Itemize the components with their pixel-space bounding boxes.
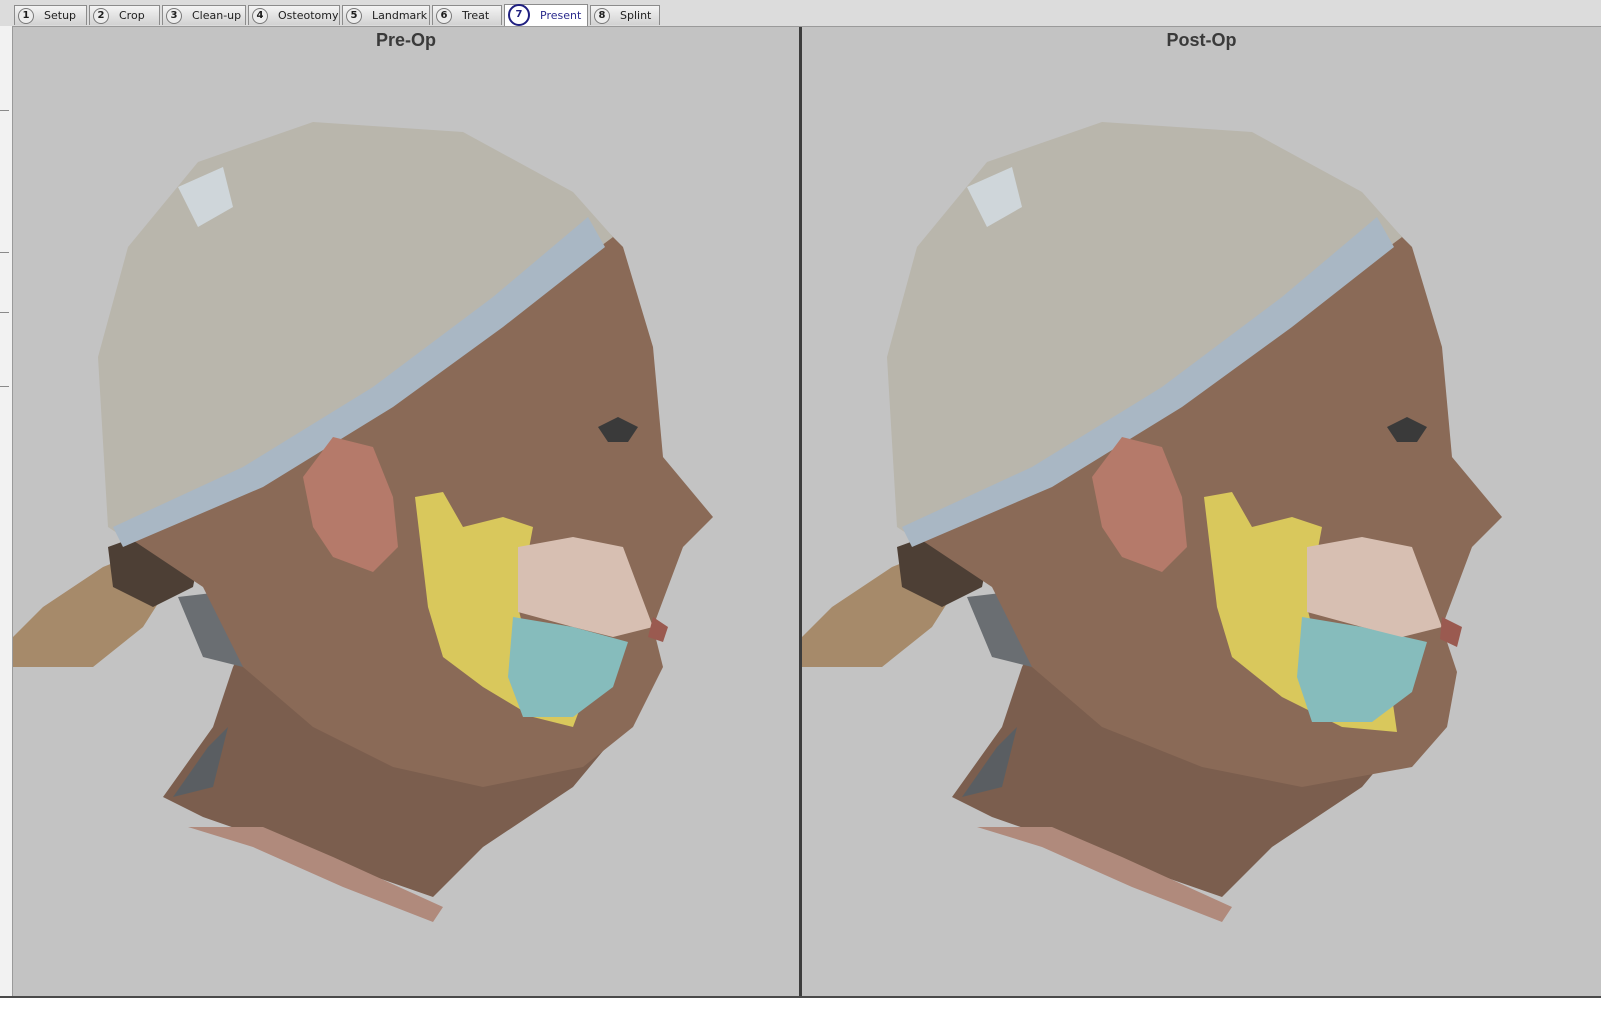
tab-setup[interactable]: 1 Setup	[14, 5, 87, 25]
tab-label: Setup	[44, 9, 77, 22]
tab-crop[interactable]: 2 Crop	[89, 5, 160, 25]
step-number-badge: 1	[18, 7, 34, 24]
tab-label: Splint	[620, 9, 652, 22]
post-op-viewport[interactable]: Post-Op	[802, 27, 1601, 996]
tab-label: Clean-up	[192, 9, 242, 22]
tab-label: Landmark	[372, 9, 428, 22]
step-number-badge: 5	[346, 7, 362, 24]
panel-divider	[0, 252, 9, 253]
step-number-badge: 7	[508, 3, 530, 26]
step-number-badge: 4	[252, 7, 268, 24]
tab-label: Osteotomy	[278, 9, 339, 22]
workflow-tab-strip: 1 Setup 2 Crop 3 Clean-up 4 Osteotomy 5 …	[0, 0, 1601, 27]
step-number-badge: 8	[594, 7, 610, 24]
left-side-panel[interactable]	[0, 26, 13, 1021]
tab-label: Present	[540, 9, 582, 22]
tab-label: Treat	[462, 9, 490, 22]
post-op-head-model[interactable]	[802, 27, 1601, 996]
tab-treat[interactable]: 6 Treat	[432, 5, 502, 25]
tab-splint[interactable]: 8 Splint	[590, 5, 660, 25]
tab-osteotomy[interactable]: 4 Osteotomy	[248, 5, 340, 25]
tab-label: Crop	[119, 9, 145, 22]
tab-landmark[interactable]: 5 Landmark	[342, 5, 430, 25]
step-number-badge: 6	[436, 7, 452, 24]
pre-op-head-model[interactable]	[13, 27, 799, 996]
step-number-badge: 3	[166, 7, 182, 24]
tab-present[interactable]: 7 Present	[504, 3, 588, 26]
panel-divider	[0, 110, 9, 111]
pre-op-viewport[interactable]: Pre-Op	[13, 27, 799, 996]
step-number-badge: 2	[93, 7, 109, 24]
bottom-status-bar	[0, 996, 1601, 1023]
panel-divider	[0, 386, 9, 387]
tab-clean-up[interactable]: 3 Clean-up	[162, 5, 246, 25]
panel-divider	[0, 312, 9, 313]
